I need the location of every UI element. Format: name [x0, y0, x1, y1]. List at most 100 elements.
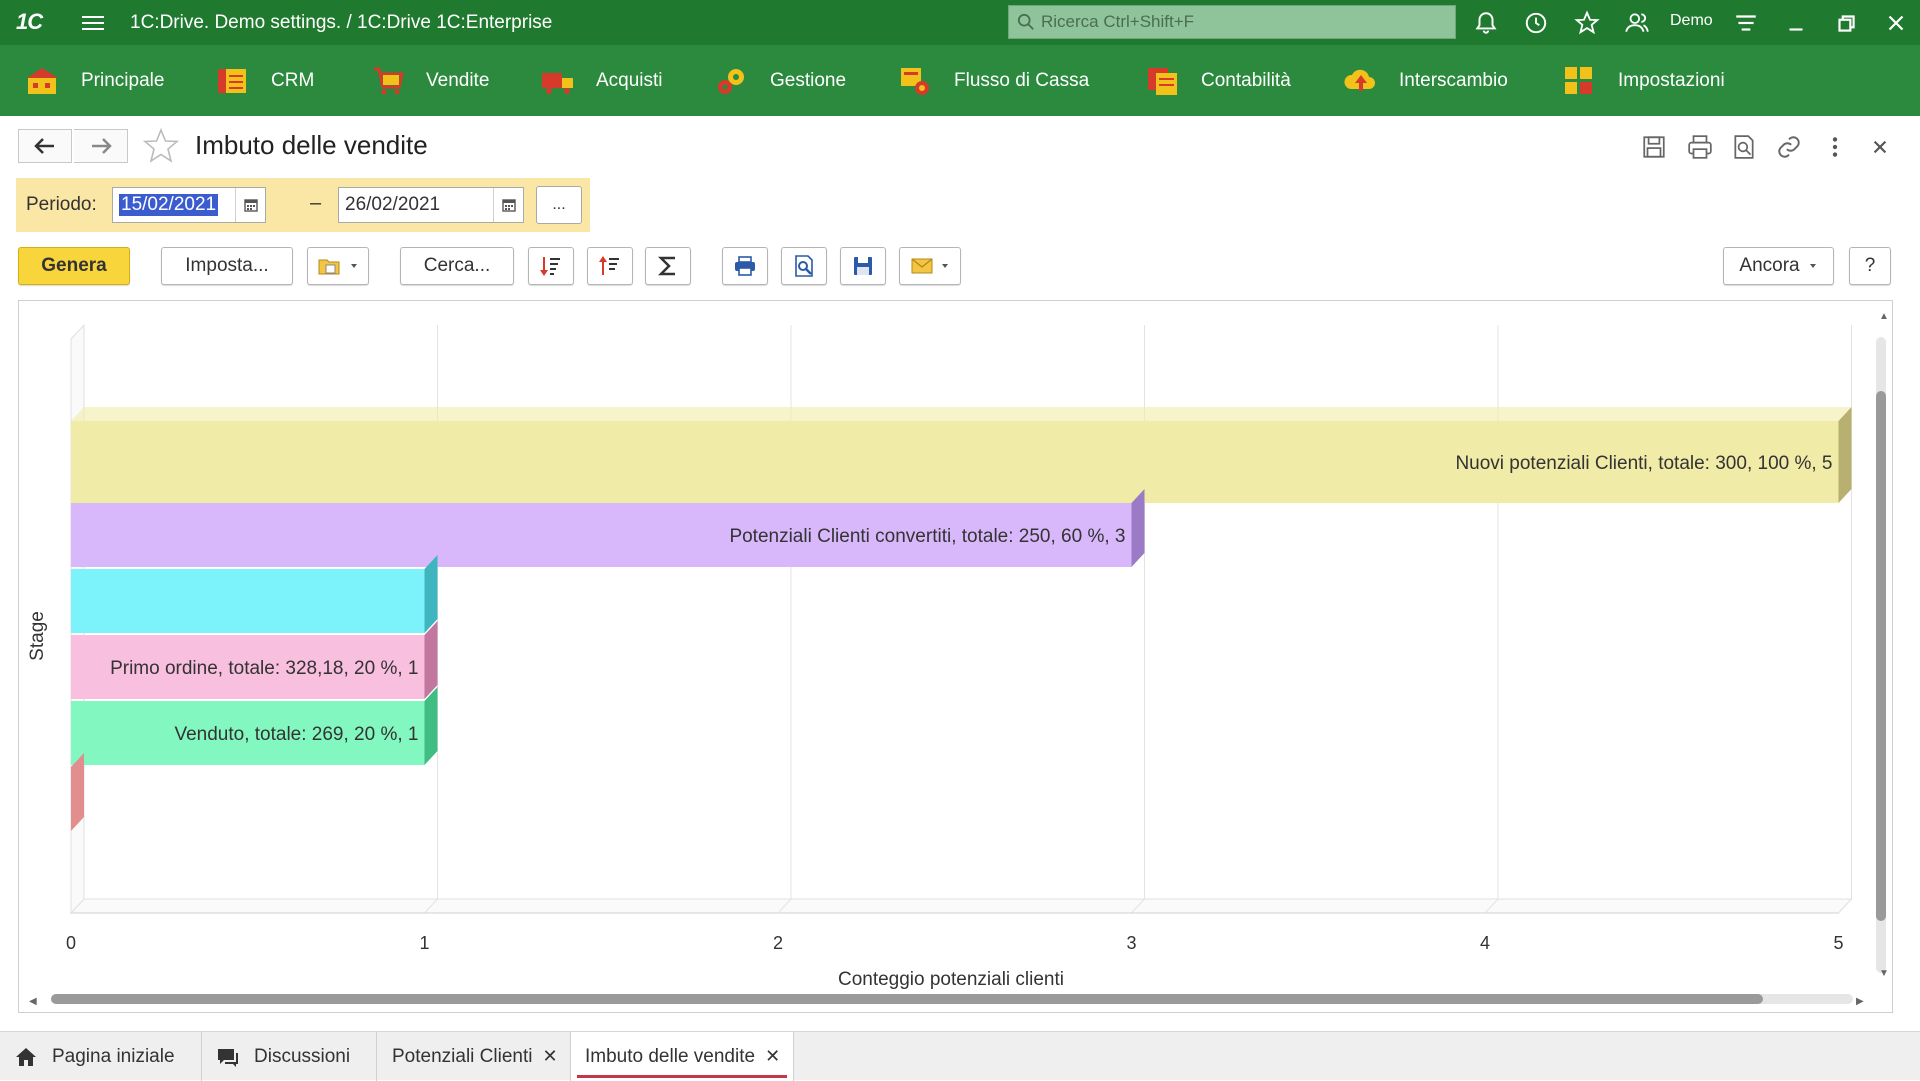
period-selector: Periodo: 15/02/2021 – 26/02/2021 ... [16, 178, 590, 232]
calendar-icon[interactable] [235, 188, 265, 222]
cerca-button[interactable]: Cerca... [400, 247, 514, 285]
users-icon[interactable] [1624, 10, 1650, 36]
send-email-dropdown-button[interactable] [899, 247, 961, 285]
truck-icon [542, 72, 573, 94]
ancora-dropdown-button[interactable]: Ancora [1723, 247, 1834, 285]
genera-button[interactable]: Genera [18, 247, 130, 285]
user-name[interactable]: Demo [1670, 12, 1713, 30]
global-search-input[interactable]: Ricerca Ctrl+Shift+F [1008, 5, 1456, 39]
home-icon [16, 1047, 36, 1066]
menu-item-flusso-di-cassa[interactable]: Flusso di Cassa [898, 45, 1089, 116]
bar-side-face [1838, 407, 1852, 503]
favorite-star-icon[interactable] [142, 128, 180, 164]
x-tick-label: 2 [773, 933, 783, 953]
page-title: Imbuto delle vendite [195, 130, 428, 160]
settings-grid-icon [1565, 66, 1592, 94]
print-button[interactable] [722, 247, 768, 285]
menu-label: Acquisti [596, 69, 663, 91]
ancora-label: Ancora [1739, 255, 1800, 276]
sum-button[interactable] [645, 247, 691, 285]
x-tick-label: 1 [419, 933, 429, 953]
tab-discussioni[interactable]: Discussioni [202, 1032, 377, 1081]
minimize-icon[interactable] [1783, 10, 1809, 36]
arrow-left-icon [34, 138, 54, 154]
menu-label: Principale [81, 69, 165, 91]
menu-item-vendite[interactable]: Vendite [370, 45, 489, 116]
print-icon[interactable] [1687, 134, 1713, 160]
calendar-icon[interactable] [493, 188, 523, 222]
date-from-field[interactable]: 15/02/2021 [112, 187, 266, 223]
variants-dropdown-button[interactable] [307, 247, 369, 285]
tab-imbuto-delle-vendite[interactable]: Imbuto delle vendite ✕ [571, 1032, 794, 1081]
vertical-scrollbar-thumb[interactable] [1876, 391, 1886, 921]
main-menu: Principale CRM Vendite Acquisti Gestione… [0, 45, 1920, 116]
menu-lines-icon[interactable] [1733, 10, 1759, 36]
cart-icon [374, 67, 404, 94]
chevron-down-icon [1809, 264, 1816, 268]
tab-close-icon[interactable]: ✕ [765, 1046, 780, 1067]
chat-icon [218, 1048, 238, 1067]
period-select-button[interactable]: ... [536, 186, 582, 224]
floppy-icon [854, 257, 872, 275]
star-icon[interactable] [1574, 10, 1600, 36]
menu-item-interscambio[interactable]: Interscambio [1343, 45, 1508, 116]
crm-icon [218, 68, 246, 93]
x-tick-label: 0 [66, 933, 76, 953]
period-dash: – [310, 192, 322, 214]
x-tick-label: 5 [1833, 933, 1843, 953]
form-header: Imbuto delle vendite [0, 116, 1920, 176]
save-button[interactable] [840, 247, 886, 285]
menu-item-impostazioni[interactable]: Impostazioni [1562, 45, 1725, 116]
menu-label: Flusso di Cassa [954, 69, 1090, 91]
x-tick-label: 3 [1126, 933, 1136, 953]
back-button[interactable] [18, 129, 72, 163]
app-title: 1C:Drive. Demo settings. / 1C:Drive 1C:E… [130, 12, 553, 33]
more-vertical-icon[interactable] [1822, 134, 1848, 160]
help-button[interactable]: ? [1849, 247, 1891, 285]
bar-data-label: Nuovi potenziali Clienti, totale: 300, 1… [1455, 453, 1832, 474]
link-icon[interactable] [1776, 134, 1802, 160]
forward-button[interactable] [74, 129, 128, 163]
hamburger-menu-icon[interactable] [82, 12, 104, 32]
horizontal-scrollbar-thumb[interactable] [51, 994, 1763, 1004]
tab-label: Imbuto delle vendite [585, 1045, 756, 1067]
period-label: Periodo: [26, 194, 97, 215]
menu-item-principale[interactable]: Principale [25, 45, 164, 116]
menu-label: CRM [271, 69, 315, 91]
search-icon [1017, 13, 1034, 30]
bar-top-face [71, 407, 1852, 421]
bar-side-face [424, 621, 438, 699]
bar-data-label: Potenziali Clienti convertiti, totale: 2… [729, 526, 1125, 547]
bar-data-label: Primo ordine, totale: 328,18, 20 %, 1 [110, 658, 418, 679]
close-form-icon[interactable] [1867, 134, 1893, 160]
preview-icon[interactable] [1731, 134, 1757, 160]
sort-asc-button[interactable] [587, 247, 633, 285]
scroll-down-icon: ▼ [1879, 968, 1889, 979]
tab-potenziali-clienti[interactable]: Potenziali Clienti ✕ [377, 1032, 571, 1081]
save-icon[interactable] [1641, 134, 1667, 160]
menu-item-acquisti[interactable]: Acquisti [540, 45, 663, 116]
imposta-button[interactable]: Imposta... [161, 247, 293, 285]
tab-pagina-iniziale[interactable]: Pagina iniziale [0, 1032, 202, 1081]
menu-item-gestione[interactable]: Gestione [714, 45, 846, 116]
sigma-icon [657, 256, 675, 276]
close-window-icon[interactable] [1883, 10, 1909, 36]
history-icon[interactable] [1523, 10, 1549, 36]
preview-button[interactable] [781, 247, 827, 285]
app-logo[interactable]: 1С [16, 9, 43, 35]
bell-icon[interactable] [1473, 10, 1499, 36]
sort-descending-icon [540, 257, 560, 276]
scroll-left-icon: ◀ [29, 996, 37, 1007]
ledger-icon [1148, 67, 1177, 95]
title-bar: 1С 1C:Drive. Demo settings. / 1C:Drive 1… [0, 0, 1920, 45]
restore-icon[interactable] [1833, 10, 1859, 36]
bar-data-label: Venduto, totale: 269, 20 %, 1 [174, 724, 418, 745]
cash-icon [901, 67, 929, 95]
menu-item-crm[interactable]: CRM [215, 45, 314, 116]
menu-item-contabilita[interactable]: Contabilità [1145, 45, 1291, 116]
arrow-right-icon [91, 138, 112, 154]
tab-close-icon[interactable]: ✕ [542, 1046, 557, 1067]
date-to-field[interactable]: 26/02/2021 [338, 187, 524, 223]
menu-label: Gestione [770, 69, 847, 91]
sort-desc-button[interactable] [528, 247, 574, 285]
